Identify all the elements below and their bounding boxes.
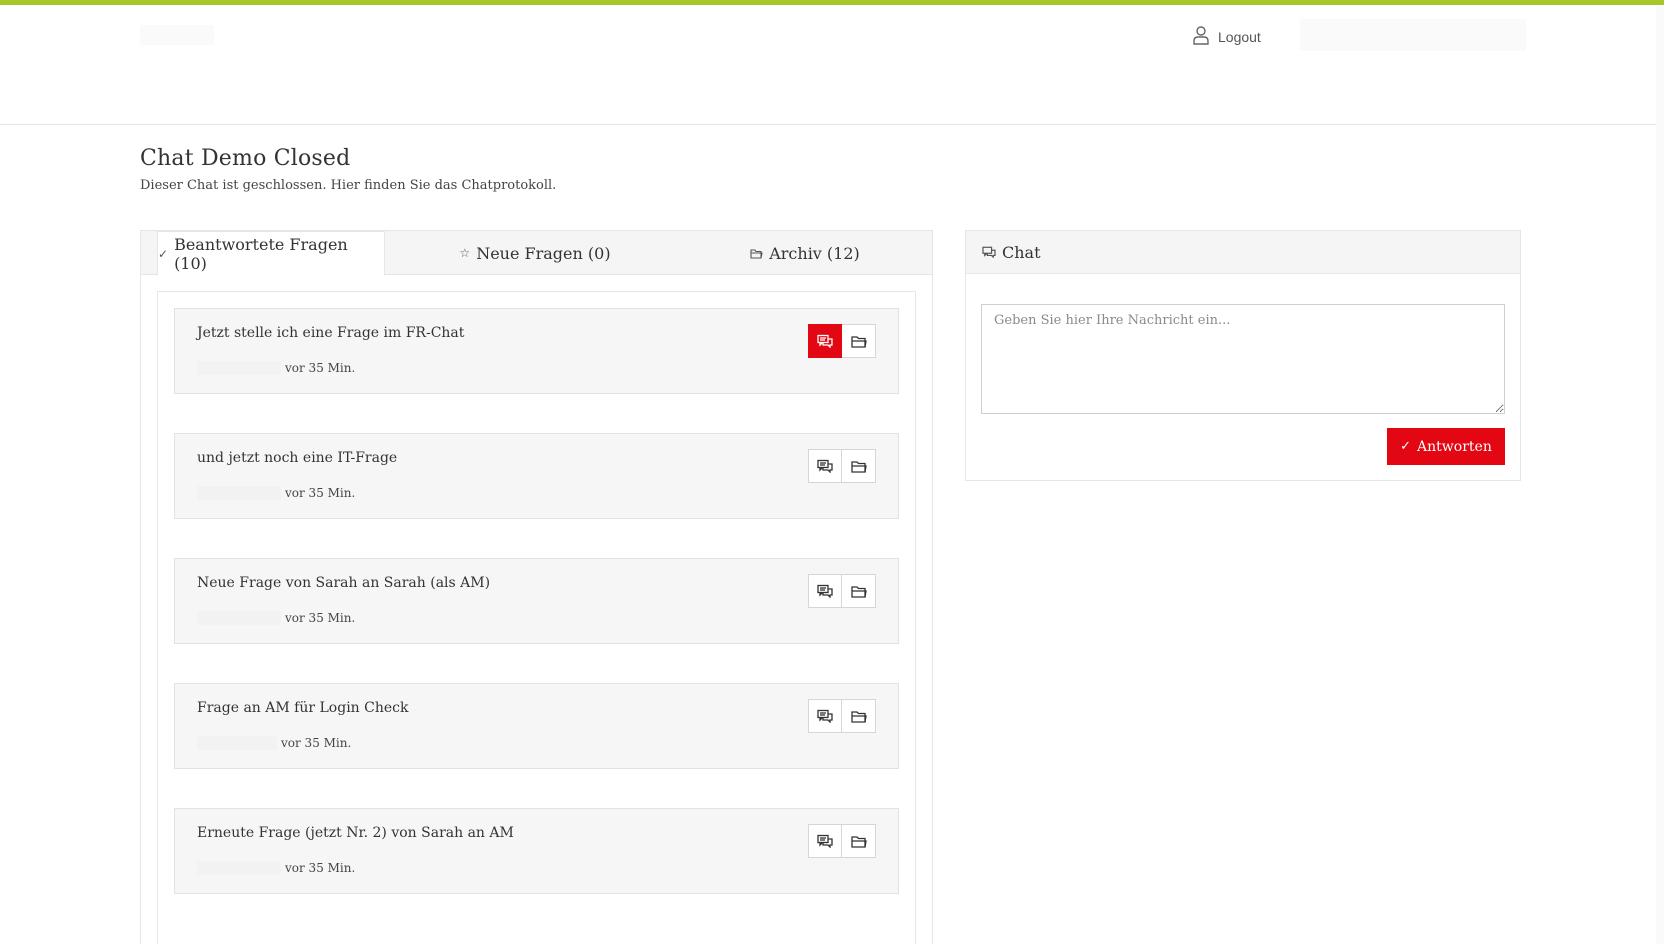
questions-panel: ✓ Beantwortete Fragen (10) ☆ Neue Fragen… bbox=[140, 230, 933, 944]
chat-bubbles-icon bbox=[817, 334, 833, 348]
question-author bbox=[197, 861, 281, 875]
message-input[interactable] bbox=[981, 304, 1505, 414]
question-author bbox=[197, 736, 277, 750]
tab-label: Archiv (12) bbox=[769, 243, 860, 263]
open-chat-button[interactable] bbox=[808, 324, 842, 358]
page-subtitle: Dieser Chat ist geschlossen. Hier finden… bbox=[140, 178, 557, 193]
chat-header-label: Chat bbox=[1002, 242, 1041, 262]
logo[interactable] bbox=[140, 25, 214, 45]
question-title: Erneute Frage (jetzt Nr. 2) von Sarah an… bbox=[197, 825, 514, 841]
open-chat-button[interactable] bbox=[808, 449, 842, 483]
question-actions bbox=[808, 324, 876, 358]
chat-header: Chat bbox=[966, 231, 1520, 274]
question-item[interactable]: und jetzt noch eine IT-Frage vor 35 Min. bbox=[174, 433, 899, 519]
user-icon bbox=[1192, 25, 1210, 49]
archive-button[interactable] bbox=[842, 324, 876, 358]
folder-icon bbox=[850, 460, 867, 473]
tab-answered-questions[interactable]: ✓ Beantwortete Fragen (10) bbox=[157, 231, 385, 276]
tab-label: Beantwortete Fragen (10) bbox=[174, 234, 348, 273]
chat-bubbles-icon bbox=[982, 243, 996, 262]
open-chat-button[interactable] bbox=[808, 824, 842, 858]
question-item[interactable]: Erneute Frage (jetzt Nr. 2) von Sarah an… bbox=[174, 808, 899, 894]
open-chat-button[interactable] bbox=[808, 574, 842, 608]
question-tabs: ✓ Beantwortete Fragen (10) ☆ Neue Fragen… bbox=[141, 231, 932, 276]
question-title: und jetzt noch eine IT-Frage bbox=[197, 450, 398, 466]
question-meta: vor 35 Min. bbox=[197, 486, 355, 500]
chat-bubbles-icon bbox=[817, 459, 833, 473]
question-author bbox=[197, 486, 281, 500]
question-item[interactable]: Frage an AM für Login Check vor 35 Min. bbox=[174, 683, 899, 769]
folder-icon bbox=[850, 835, 867, 848]
archive-button[interactable] bbox=[842, 574, 876, 608]
question-time: vor 35 Min. bbox=[285, 486, 356, 500]
chat-bubbles-icon bbox=[817, 584, 833, 598]
question-meta: vor 35 Min. bbox=[197, 736, 351, 750]
archive-button[interactable] bbox=[842, 699, 876, 733]
question-author bbox=[197, 611, 281, 625]
tab-label: Neue Fragen (0) bbox=[476, 243, 611, 263]
logout-link[interactable]: Logout bbox=[1192, 25, 1261, 49]
page-title: Chat Demo Closed bbox=[140, 146, 351, 171]
site-header: Logout bbox=[0, 5, 1664, 125]
checkmark-icon: ✓ bbox=[1400, 439, 1412, 454]
folder-icon bbox=[850, 710, 867, 723]
chat-bubbles-icon bbox=[817, 834, 833, 848]
page-scrollbar[interactable] bbox=[1656, 5, 1664, 944]
user-menu[interactable] bbox=[1300, 19, 1526, 51]
question-time: vor 35 Min. bbox=[285, 611, 356, 625]
question-title: Neue Frage von Sarah an Sarah (als AM) bbox=[197, 575, 491, 591]
question-author bbox=[197, 361, 281, 375]
question-time: vor 35 Min. bbox=[281, 736, 352, 750]
star-icon: ☆ bbox=[459, 246, 471, 260]
question-meta: vor 35 Min. bbox=[197, 861, 355, 875]
question-meta: vor 35 Min. bbox=[197, 611, 355, 625]
question-meta: vor 35 Min. bbox=[197, 361, 355, 375]
question-item[interactable]: Jetzt stelle ich eine Frage im FR-Chat v… bbox=[174, 308, 899, 394]
question-actions bbox=[808, 449, 876, 483]
question-actions bbox=[808, 824, 876, 858]
question-list: Jetzt stelle ich eine Frage im FR-Chat v… bbox=[157, 291, 916, 944]
question-actions bbox=[808, 574, 876, 608]
archive-button[interactable] bbox=[842, 824, 876, 858]
question-item[interactable]: Neue Frage von Sarah an Sarah (als AM) v… bbox=[174, 558, 899, 644]
folder-icon bbox=[750, 244, 763, 263]
reply-button[interactable]: ✓ Antworten bbox=[1387, 428, 1505, 465]
logout-label: Logout bbox=[1218, 29, 1261, 45]
question-time: vor 35 Min. bbox=[285, 861, 356, 875]
question-time: vor 35 Min. bbox=[285, 361, 356, 375]
folder-icon bbox=[850, 585, 867, 598]
folder-icon bbox=[850, 335, 867, 348]
open-chat-button[interactable] bbox=[808, 699, 842, 733]
question-actions bbox=[808, 699, 876, 733]
tab-archive[interactable]: Archiv (12) bbox=[691, 231, 919, 275]
checkmark-icon: ✓ bbox=[158, 246, 169, 261]
reply-label: Antworten bbox=[1417, 438, 1492, 455]
chat-bubbles-icon bbox=[817, 709, 833, 723]
archive-button[interactable] bbox=[842, 449, 876, 483]
tab-new-questions[interactable]: ☆ Neue Fragen (0) bbox=[421, 231, 649, 275]
question-title: Jetzt stelle ich eine Frage im FR-Chat bbox=[197, 325, 465, 341]
chat-panel: Chat ✓ Antworten bbox=[965, 230, 1521, 481]
question-title: Frage an AM für Login Check bbox=[197, 700, 409, 716]
